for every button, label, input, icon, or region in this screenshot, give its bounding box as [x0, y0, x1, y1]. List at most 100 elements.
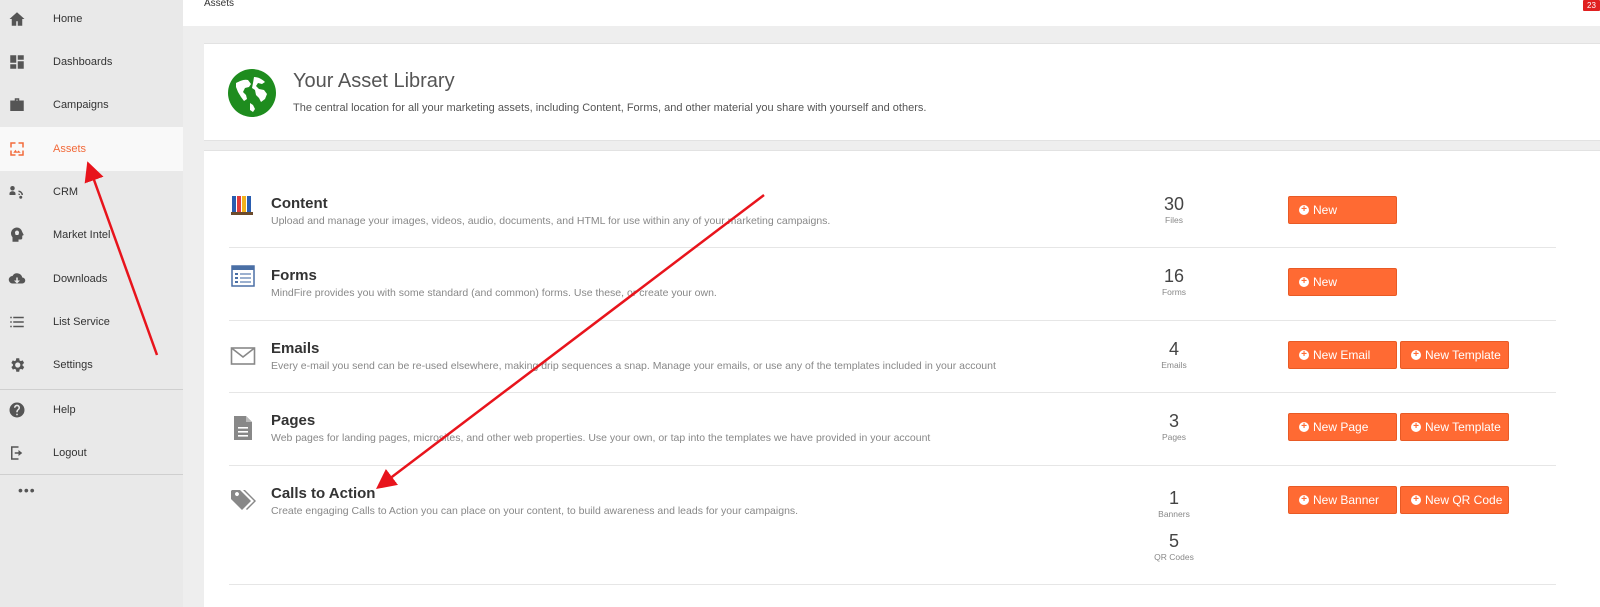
stat-emails: 4 Emails	[1144, 339, 1204, 371]
stat-label: Forms	[1161, 287, 1187, 297]
asset-row-emails: Emails Every e-mail you send can be re-u…	[229, 321, 1556, 393]
asset-description: Create engaging Calls to Action you can …	[271, 505, 799, 517]
gear-icon	[8, 356, 26, 374]
sidebar-divider	[0, 474, 183, 475]
asset-title[interactable]: Content	[271, 195, 328, 212]
asset-row-content: Content Upload and manage your images, v…	[229, 181, 1556, 248]
button-label: New Page	[1313, 420, 1369, 434]
form-icon	[229, 262, 257, 290]
stat-qr-codes: 5 QR Codes	[1144, 531, 1204, 563]
stat-label: Emails	[1161, 360, 1187, 370]
button-label: New Email	[1313, 348, 1371, 362]
sidebar-item-label: Logout	[53, 447, 87, 459]
stat-value: 30	[1163, 194, 1185, 214]
asset-title[interactable]: Emails	[271, 340, 319, 357]
plus-circle-icon: +	[1299, 277, 1309, 287]
breadcrumb: Assets	[204, 0, 235, 9]
asset-description: MindFire provides you with some standard…	[271, 287, 717, 299]
sidebar-item-label: Help	[53, 404, 76, 416]
button-label: New Template	[1425, 420, 1501, 434]
sidebar-item-help[interactable]: Help	[0, 388, 183, 432]
list-icon	[8, 313, 26, 331]
plus-circle-icon: +	[1299, 350, 1309, 360]
plus-circle-icon: +	[1411, 495, 1421, 505]
sidebar-item-dashboards[interactable]: Dashboards	[0, 40, 183, 84]
lightbulb-head-icon	[8, 226, 26, 244]
new-page-button[interactable]: + New Page	[1288, 413, 1397, 441]
asset-description: Upload and manage your images, videos, a…	[271, 215, 831, 227]
asset-title[interactable]: Calls to Action	[271, 485, 375, 502]
stat-label: QR Codes	[1154, 552, 1194, 562]
plus-circle-icon: +	[1299, 205, 1309, 215]
new-content-button[interactable]: + New	[1288, 196, 1397, 224]
sidebar-item-downloads[interactable]: Downloads	[0, 257, 183, 301]
sidebar-item-label: Campaigns	[53, 99, 109, 111]
sidebar: Home Dashboards Campaigns Assets CRM Mar…	[0, 0, 183, 607]
asset-description: Every e-mail you send can be re-used els…	[271, 360, 996, 372]
asset-title[interactable]: Pages	[271, 412, 315, 429]
stat-value: 4	[1168, 339, 1179, 359]
stat-label: Files	[1165, 215, 1183, 225]
asset-title[interactable]: Forms	[271, 267, 317, 284]
assets-image-icon	[8, 140, 26, 158]
stat-pages: 3 Pages	[1144, 411, 1204, 443]
new-page-template-button[interactable]: + New Template	[1400, 413, 1509, 441]
more-menu-button[interactable]: •••	[18, 482, 36, 498]
sidebar-item-campaigns[interactable]: Campaigns	[0, 83, 183, 127]
plus-circle-icon: +	[1299, 422, 1309, 432]
sidebar-item-label: Assets	[53, 143, 87, 155]
plus-circle-icon: +	[1411, 422, 1421, 432]
asset-list: Content Upload and manage your images, v…	[204, 150, 1600, 607]
new-email-button[interactable]: + New Email	[1288, 341, 1397, 369]
stat-forms: 16 Forms	[1144, 266, 1204, 298]
sidebar-item-label: Dashboards	[53, 56, 113, 68]
sidebar-item-home[interactable]: Home	[0, 0, 183, 41]
new-qr-code-button[interactable]: + New QR Code	[1400, 486, 1509, 514]
sidebar-item-assets[interactable]: Assets	[0, 127, 183, 171]
button-label: New	[1313, 275, 1338, 289]
globe-icon	[228, 69, 276, 117]
plus-circle-icon: +	[1299, 495, 1309, 505]
page-icon	[229, 414, 257, 442]
books-icon	[229, 191, 257, 219]
asset-library-header: Your Asset Library The central location …	[204, 43, 1600, 141]
tags-icon	[229, 486, 257, 514]
notification-badge[interactable]: 23	[1583, 0, 1600, 11]
sidebar-item-market-intel[interactable]: Market Intel	[0, 213, 183, 257]
new-email-template-button[interactable]: + New Template	[1400, 341, 1509, 369]
help-icon	[8, 401, 26, 419]
dashboard-icon	[8, 53, 26, 71]
logout-icon	[8, 444, 26, 462]
sidebar-item-label: Market Intel	[53, 229, 111, 241]
sidebar-item-label: Home	[53, 13, 83, 25]
page-title: Your Asset Library	[293, 70, 455, 92]
home-icon	[8, 10, 26, 28]
stat-files: 30 Files	[1144, 194, 1204, 226]
stat-value: 16	[1163, 266, 1185, 286]
sidebar-item-list-service[interactable]: List Service	[0, 300, 183, 344]
briefcase-icon	[8, 96, 26, 114]
sidebar-item-settings[interactable]: Settings	[0, 343, 183, 387]
plus-circle-icon: +	[1411, 350, 1421, 360]
asset-row-calls-to-action: Calls to Action Create engaging Calls to…	[229, 466, 1556, 585]
asset-description: Web pages for landing pages, microsites,…	[271, 432, 931, 444]
new-banner-button[interactable]: + New Banner	[1288, 486, 1397, 514]
stat-value: 5	[1168, 531, 1179, 551]
sidebar-item-crm[interactable]: CRM	[0, 170, 183, 214]
envelope-icon	[229, 342, 257, 370]
sidebar-item-label: List Service	[53, 316, 110, 328]
page-subtitle: The central location for all your market…	[293, 102, 927, 114]
sidebar-item-logout[interactable]: Logout	[0, 431, 183, 475]
stat-value: 3	[1168, 411, 1179, 431]
asset-row-forms: Forms MindFire provides you with some st…	[229, 248, 1556, 321]
asset-row-pages: Pages Web pages for landing pages, micro…	[229, 393, 1556, 466]
new-form-button[interactable]: + New	[1288, 268, 1397, 296]
crm-icon	[8, 183, 26, 201]
sidebar-item-label: Downloads	[53, 273, 108, 285]
cloud-download-icon	[8, 270, 26, 288]
stat-label: Pages	[1161, 432, 1187, 442]
stat-banners: 1 Banners	[1144, 488, 1204, 520]
button-label: New Banner	[1313, 493, 1380, 507]
topbar: Assets 23	[183, 0, 1600, 26]
sidebar-item-label: Settings	[53, 359, 93, 371]
